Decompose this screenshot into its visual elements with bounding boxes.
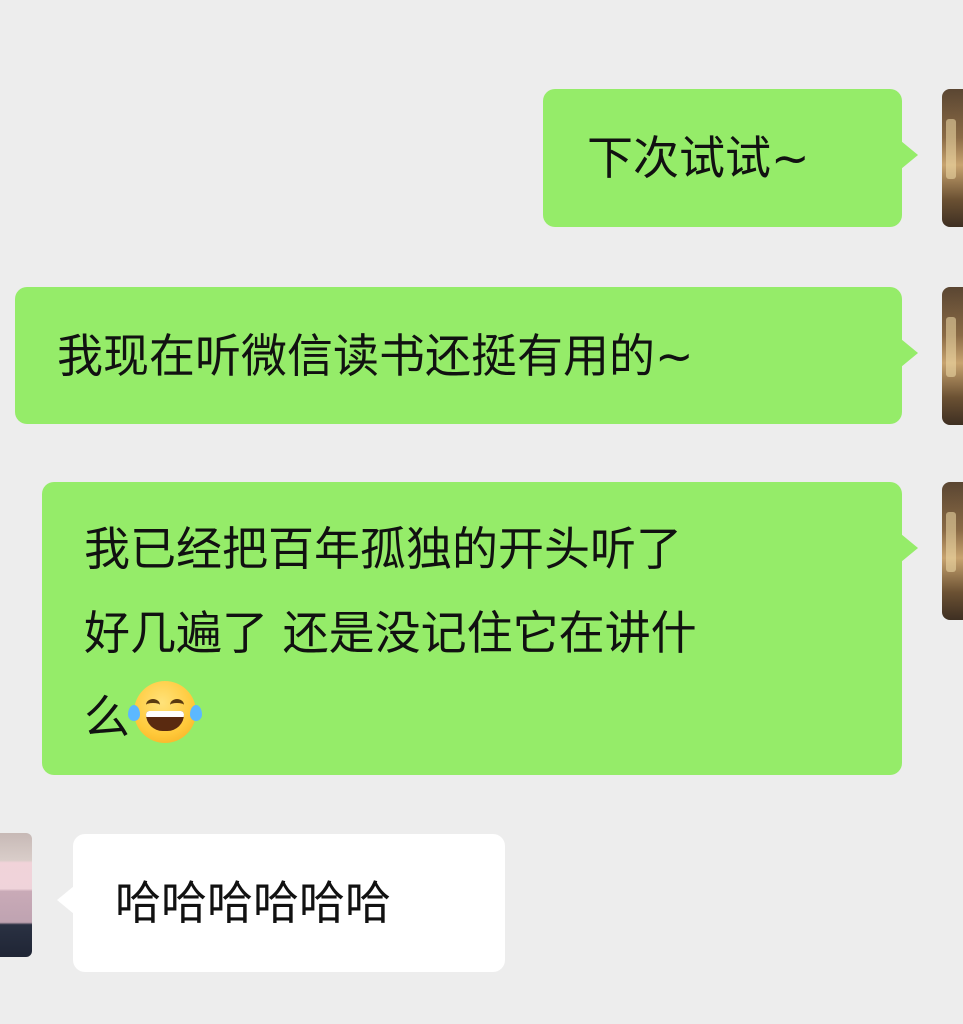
message-text-line: 我已经把百年孤独的开头听了 [84,522,682,576]
message-text: 哈哈哈哈哈哈 [115,876,391,930]
bubble-tail [901,141,918,169]
face-with-tears-of-joy-icon [128,681,202,743]
message-text: 我现在听微信读书还挺有用的~ [57,329,694,383]
message-bubble-received[interactable]: 哈哈哈哈哈哈 [57,834,505,972]
message-bubble-sent[interactable]: 下次试试~ [543,89,918,227]
bubble-tail [901,339,918,367]
bubble-tail [57,886,74,914]
chat-window: 下次试试~ 我现在听微信读书还挺有用的~ 我已经把百年孤独的开头听了 好几遍了 … [0,0,963,1024]
contact-avatar[interactable] [0,833,32,957]
message-text-fragment: 么 [84,690,130,744]
bubble-tail [901,534,918,562]
message-text-line: 好几遍了 还是没记住它在讲什 [84,606,697,660]
message-bubble-sent[interactable]: 我已经把百年孤独的开头听了 好几遍了 还是没记住它在讲什 么 [42,482,918,775]
message-bubble-sent[interactable]: 我现在听微信读书还挺有用的~ [15,287,918,424]
message-text-line: 么 [84,675,902,759]
my-avatar[interactable] [942,89,963,227]
my-avatar[interactable] [942,482,963,620]
message-text: 下次试试~ [587,131,810,185]
my-avatar[interactable] [942,287,963,425]
